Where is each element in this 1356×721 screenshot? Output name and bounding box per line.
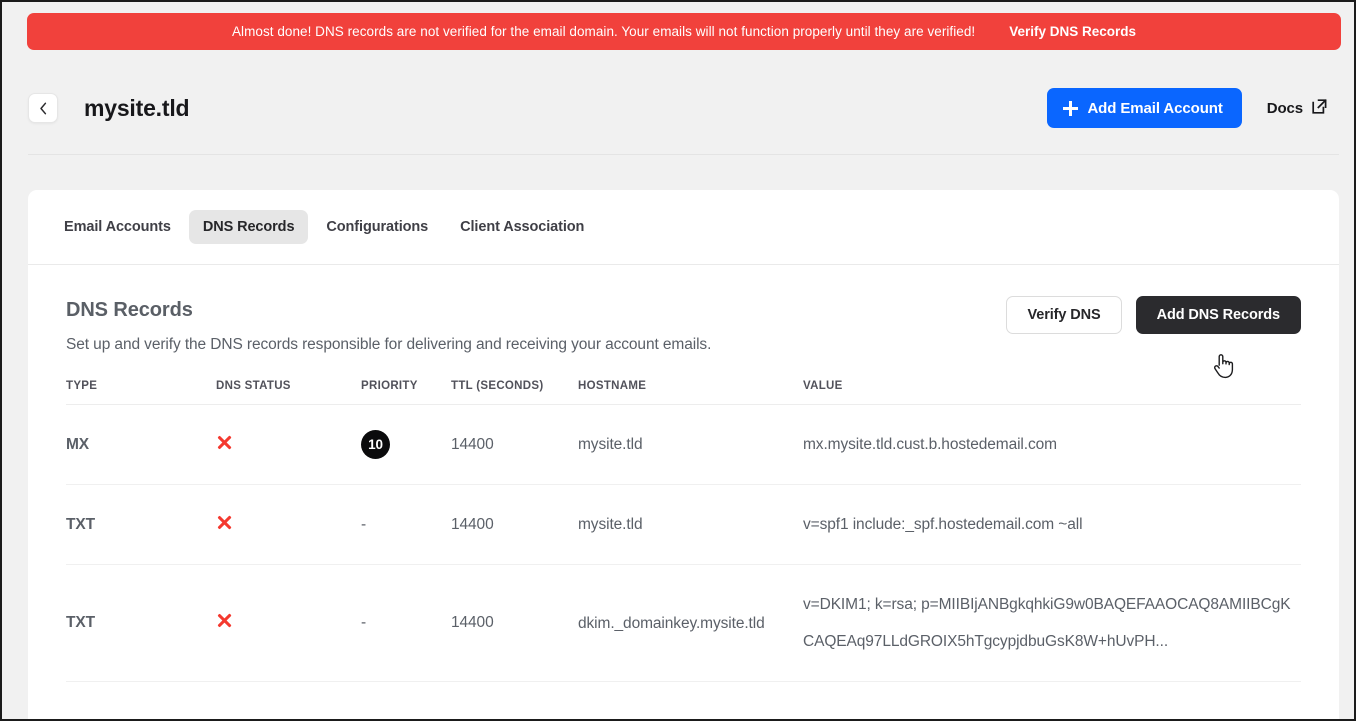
- add-email-account-label: Add Email Account: [1087, 99, 1223, 117]
- priority-badge: 10: [361, 430, 390, 459]
- cell-value: v=DKIM1; k=rsa; p=MIIBIjANBgkqhkiG9w0BAQ…: [803, 564, 1301, 682]
- cell-hostname: mysite.tld: [578, 484, 803, 565]
- external-link-icon: [1311, 98, 1328, 119]
- alert-message: Almost done! DNS records are not verifie…: [231, 24, 976, 39]
- cell-hostname: dkim._domainkey.mysite.tld: [578, 564, 803, 682]
- chevron-left-icon: [39, 102, 48, 115]
- red-x-icon: [216, 434, 233, 451]
- cell-dns-status: [216, 404, 361, 485]
- add-dns-records-button[interactable]: Add DNS Records: [1135, 296, 1301, 334]
- priority-value: -: [361, 614, 367, 631]
- tab-bar: Email Accounts DNS Records Configuration…: [28, 190, 1339, 264]
- app-viewport: Almost done! DNS records are not verifie…: [0, 0, 1356, 721]
- add-email-account-button[interactable]: Add Email Account: [1047, 88, 1242, 128]
- cell-priority: -: [361, 484, 451, 565]
- column-header-type: TYPE: [66, 380, 216, 405]
- docs-label: Docs: [1266, 99, 1303, 117]
- section-title: DNS Records: [66, 299, 193, 321]
- verify-dns-button[interactable]: Verify DNS: [1006, 296, 1122, 334]
- priority-value: -: [361, 515, 367, 533]
- plus-icon: [1063, 100, 1079, 116]
- cell-priority: -: [361, 564, 451, 682]
- tab-dns-records[interactable]: DNS Records: [188, 210, 309, 244]
- cell-priority: 10: [361, 404, 451, 485]
- section-actions: Verify DNS Add DNS Records: [1006, 296, 1301, 334]
- cell-dns-status: [216, 484, 361, 565]
- tab-configurations[interactable]: Configurations: [312, 210, 442, 244]
- table-row[interactable]: TXT - 14400 mysite.tld v=spf1 include:_s…: [66, 484, 1301, 565]
- dns-verification-alert-banner: Almost done! DNS records are not verifie…: [27, 13, 1341, 50]
- dns-records-section: DNS Records Set up and verify the DNS re…: [28, 265, 1339, 682]
- column-header-priority: PRIORITY: [361, 380, 451, 405]
- page-header: mysite.tld Add Email Account Docs: [2, 62, 1354, 154]
- cell-ttl: 14400: [451, 404, 578, 485]
- cell-value: mx.mysite.tld.cust.b.hostedemail.com: [803, 404, 1301, 485]
- column-header-value: VALUE: [803, 380, 1301, 405]
- red-x-icon: [216, 514, 233, 531]
- column-header-hostname: HOSTNAME: [578, 380, 803, 405]
- dns-records-table: TYPE DNS STATUS PRIORITY TTL (SECONDS) H…: [66, 380, 1301, 682]
- cell-ttl: 14400: [451, 484, 578, 565]
- table-row[interactable]: TXT - 14400 dkim._domainkey.mysite.tld v…: [66, 564, 1301, 682]
- cell-ttl: 14400: [451, 564, 578, 682]
- cell-type: TXT: [66, 564, 216, 682]
- tab-email-accounts[interactable]: Email Accounts: [50, 210, 185, 244]
- column-header-dns-status: DNS STATUS: [216, 380, 361, 405]
- cell-value: v=spf1 include:_spf.hostedemail.com ~all: [803, 484, 1301, 565]
- back-button[interactable]: [28, 93, 58, 123]
- column-header-ttl: TTL (SECONDS): [451, 380, 578, 405]
- docs-link[interactable]: Docs: [1267, 98, 1328, 119]
- table-row[interactable]: MX 10 14400 mysite.tld mx.mysite.tld.cus…: [66, 404, 1301, 485]
- main-card: Email Accounts DNS Records Configuration…: [28, 190, 1339, 719]
- section-subtitle: Set up and verify the DNS records respon…: [66, 336, 712, 353]
- cell-dns-status: [216, 564, 361, 682]
- cell-type: TXT: [66, 484, 216, 565]
- page-title: mysite.tld: [84, 94, 190, 121]
- red-x-icon: [216, 612, 233, 629]
- table-header: TYPE DNS STATUS PRIORITY TTL (SECONDS) H…: [66, 380, 1301, 405]
- cell-type: MX: [66, 404, 216, 485]
- verify-dns-records-link[interactable]: Verify DNS Records: [1009, 24, 1136, 39]
- cell-hostname: mysite.tld: [578, 404, 803, 485]
- table-header-row: TYPE DNS STATUS PRIORITY TTL (SECONDS) H…: [66, 380, 1301, 405]
- header-divider: [28, 154, 1339, 155]
- tab-client-association[interactable]: Client Association: [446, 210, 598, 244]
- table-body: MX 10 14400 mysite.tld mx.mysite.tld.cus…: [66, 404, 1301, 682]
